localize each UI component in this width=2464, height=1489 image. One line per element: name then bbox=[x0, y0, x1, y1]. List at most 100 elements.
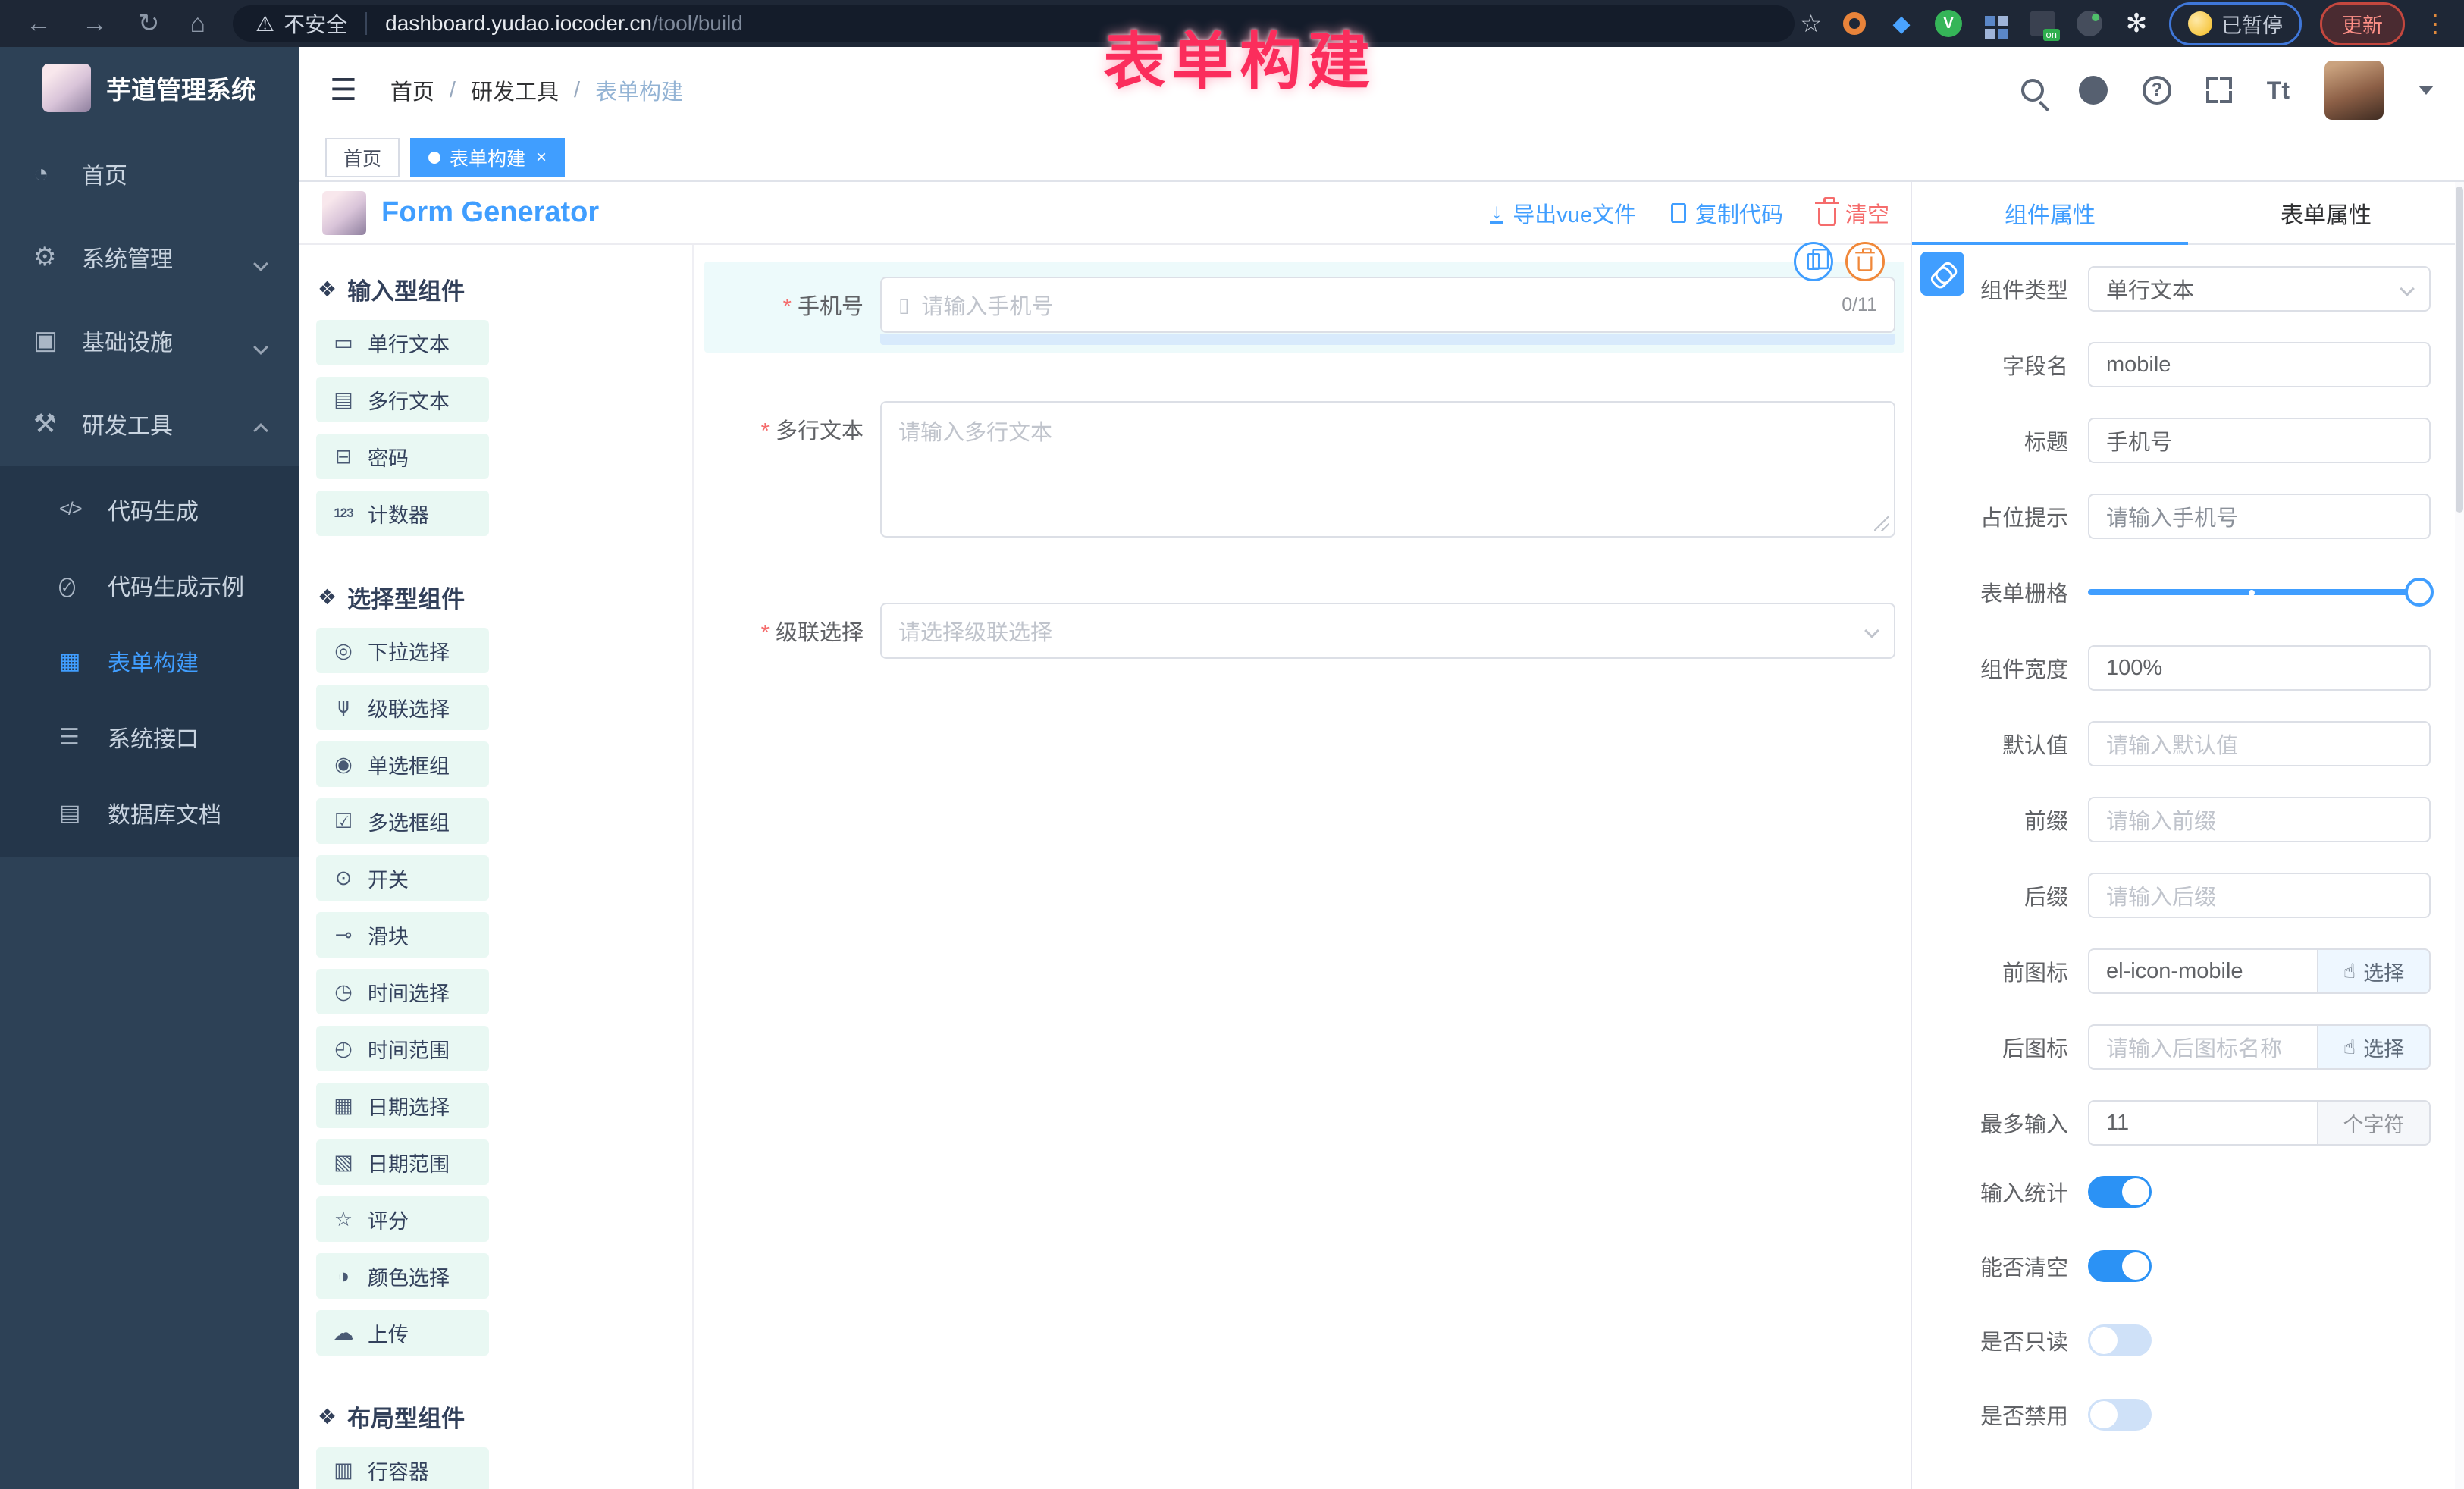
search-icon[interactable] bbox=[2021, 79, 2044, 102]
palette-item-row-container[interactable]: ▥ 行容器 bbox=[316, 1447, 489, 1489]
chevron-down-icon[interactable] bbox=[2419, 86, 2434, 95]
extension-icon[interactable] bbox=[1981, 9, 2010, 38]
form-grid-slider[interactable] bbox=[2088, 569, 2431, 615]
palette-item-dropdown[interactable]: ◎ 下拉选择 bbox=[316, 628, 489, 673]
browser-menu-icon[interactable]: ⋮ bbox=[2423, 9, 2447, 38]
component-width-input[interactable]: 100% bbox=[2088, 645, 2431, 691]
palette-item-time-picker[interactable]: ◷ 时间选择 bbox=[316, 969, 489, 1014]
reload-icon[interactable]: ↻ bbox=[138, 8, 160, 39]
widget-delete-button[interactable] bbox=[1845, 242, 1885, 281]
sidebar-item-codegen-demo[interactable]: ✓ 代码生成示例 bbox=[0, 547, 299, 623]
palette-item-cascader[interactable]: ⋔ 级联选择 bbox=[316, 685, 489, 730]
collapse-menu-icon[interactable]: ☰ bbox=[330, 73, 357, 108]
extension-icon[interactable] bbox=[2028, 9, 2057, 38]
palette-item-counter[interactable]: 123 计数器 bbox=[316, 491, 489, 536]
prefix-icon-select-button[interactable]: ☝ 选择 bbox=[2317, 948, 2431, 994]
extension-icon[interactable] bbox=[2075, 9, 2104, 38]
disabled-toggle[interactable] bbox=[2088, 1399, 2152, 1431]
palette-item-checkbox-group[interactable]: ☑ 多选框组 bbox=[316, 798, 489, 844]
generator-title: Form Generator bbox=[381, 196, 599, 229]
component-type-select[interactable]: 单行文本 bbox=[2088, 266, 2431, 312]
clear-button[interactable]: 清空 bbox=[1818, 197, 1889, 229]
breadcrumb-devtools[interactable]: 研发工具 bbox=[471, 74, 559, 106]
palette-item-color-picker[interactable]: ◑ 颜色选择 bbox=[316, 1253, 489, 1299]
sidebar-item-db-doc[interactable]: ▤ 数据库文档 bbox=[0, 775, 299, 851]
suffix-icon-select-button[interactable]: ☝ 选择 bbox=[2317, 1024, 2431, 1070]
fullscreen-icon[interactable] bbox=[2206, 77, 2232, 103]
widget-drag-strip[interactable] bbox=[880, 334, 1895, 345]
resize-handle[interactable] bbox=[1874, 516, 1889, 531]
tab-form-builder[interactable]: 表单构建 × bbox=[410, 138, 565, 177]
home-icon[interactable]: ⌂ bbox=[190, 9, 206, 39]
scrollbar[interactable] bbox=[2455, 182, 2464, 1489]
palette-item-single-text[interactable]: ▭ 单行文本 bbox=[316, 320, 489, 365]
sidebar-item-system-api[interactable]: ☰ 系统接口 bbox=[0, 699, 299, 775]
help-icon[interactable]: ? bbox=[2143, 76, 2171, 105]
mobile-input[interactable]: ▯ 请输入手机号 0/11 bbox=[880, 277, 1895, 333]
github-icon[interactable] bbox=[2079, 76, 2108, 105]
palette-item-upload[interactable]: ☁ 上传 bbox=[316, 1310, 489, 1356]
palette-item-textarea[interactable]: ▤ 多行文本 bbox=[316, 377, 489, 422]
update-button[interactable]: 更新 bbox=[2320, 2, 2405, 45]
readonly-toggle[interactable] bbox=[2088, 1324, 2152, 1356]
palette-item-slider[interactable]: ⊸ 滑块 bbox=[316, 912, 489, 958]
suffix-icon-input[interactable]: 请输入后图标名称 bbox=[2088, 1024, 2317, 1070]
sidebar-item-form-builder[interactable]: ▦ 表单构建 bbox=[0, 623, 299, 699]
address-bar[interactable]: ⚠ 不安全 dashboard.yudao.iocoder.cn /tool/b… bbox=[233, 5, 1795, 42]
textarea-input[interactable]: 请输入多行文本 bbox=[880, 401, 1895, 538]
palette-item-rate[interactable]: ☆ 评分 bbox=[316, 1196, 489, 1242]
sidebar-logo-row[interactable]: 芋道管理系统 bbox=[0, 47, 299, 132]
cascader-select[interactable]: 请选择级联选择 bbox=[880, 603, 1895, 659]
sidebar-item-devtools[interactable]: ⚒ 研发工具 bbox=[0, 382, 299, 466]
max-length-input[interactable]: 11 bbox=[2088, 1100, 2317, 1146]
extension-icon[interactable]: ◆ bbox=[1887, 9, 1916, 38]
sidebar-item-infra[interactable]: ▣ 基础设施 bbox=[0, 299, 299, 382]
link-button[interactable] bbox=[1920, 252, 1964, 296]
tab-home[interactable]: 首页 bbox=[325, 138, 400, 177]
tab-component-props[interactable]: 组件属性 bbox=[1912, 182, 2188, 243]
clearable-toggle[interactable] bbox=[2088, 1250, 2152, 1282]
prefix-input[interactable]: 请输入前缀 bbox=[2088, 797, 2431, 842]
forward-icon[interactable]: → bbox=[82, 9, 108, 39]
title-input[interactable]: 手机号 bbox=[2088, 418, 2431, 463]
slider-handle[interactable] bbox=[2405, 578, 2434, 607]
widget-textarea[interactable]: 多行文本 请输入多行文本 bbox=[704, 401, 1904, 538]
export-vue-button[interactable]: ↓ 导出vue文件 bbox=[1490, 197, 1636, 229]
suffix-input[interactable]: 请输入后缀 bbox=[2088, 873, 2431, 918]
sidebar-item-system[interactable]: ⚙ 系统管理 bbox=[0, 215, 299, 299]
prefix-icon-input[interactable]: el-icon-mobile bbox=[2088, 948, 2317, 994]
font-size-icon[interactable]: Tt bbox=[2267, 77, 2290, 105]
widget-cascader[interactable]: 级联选择 请选择级联选择 bbox=[704, 603, 1904, 659]
slider-track[interactable] bbox=[2088, 589, 2431, 595]
palette-item-time-range[interactable]: ◴ 时间范围 bbox=[316, 1026, 489, 1071]
sidebar-item-codegen[interactable]: </> 代码生成 bbox=[0, 472, 299, 547]
link-icon bbox=[1929, 260, 1957, 288]
tab-form-props[interactable]: 表单属性 bbox=[2188, 182, 2464, 243]
copy-code-button[interactable]: 复制代码 bbox=[1671, 197, 1783, 229]
extension-icon[interactable]: ✻ bbox=[2122, 9, 2151, 38]
placeholder-input[interactable]: 请输入手机号 bbox=[2088, 494, 2431, 539]
sidebar-item-home[interactable]: ◔ 首页 bbox=[0, 132, 299, 215]
security-warning[interactable]: ⚠ 不安全 bbox=[255, 8, 347, 39]
extension-icon[interactable] bbox=[1840, 9, 1869, 38]
palette-item-radio-group[interactable]: ◉ 单选框组 bbox=[316, 741, 489, 787]
avatar[interactable] bbox=[2324, 61, 2384, 120]
palette-item-switch[interactable]: ⊙ 开关 bbox=[316, 855, 489, 901]
back-icon[interactable]: ← bbox=[26, 9, 52, 39]
bookmark-star-icon[interactable]: ☆ bbox=[1800, 9, 1822, 38]
breadcrumb-home[interactable]: 首页 bbox=[390, 74, 434, 106]
input-stats-toggle[interactable] bbox=[2088, 1176, 2152, 1208]
paused-badge[interactable]: 已暂停 bbox=[2169, 2, 2302, 45]
palette-item-date-picker[interactable]: ▦ 日期选择 bbox=[316, 1083, 489, 1128]
close-icon[interactable]: × bbox=[536, 147, 547, 168]
palette-item-password[interactable]: ⊟ 密码 bbox=[316, 434, 489, 479]
scrollbar-thumb[interactable] bbox=[2456, 187, 2463, 513]
widget-mobile-selected[interactable]: 手机号 ▯ 请输入手机号 0/11 bbox=[704, 262, 1904, 353]
gear-icon: ⚙ bbox=[33, 242, 82, 272]
default-value-input[interactable]: 请输入默认值 bbox=[2088, 721, 2431, 766]
widget-copy-button[interactable] bbox=[1794, 242, 1833, 281]
field-name-input[interactable]: mobile bbox=[2088, 342, 2431, 387]
extension-icon[interactable]: V bbox=[1934, 9, 1963, 38]
palette-item-date-range[interactable]: ▧ 日期范围 bbox=[316, 1139, 489, 1185]
tab-label: 首页 bbox=[343, 144, 381, 171]
